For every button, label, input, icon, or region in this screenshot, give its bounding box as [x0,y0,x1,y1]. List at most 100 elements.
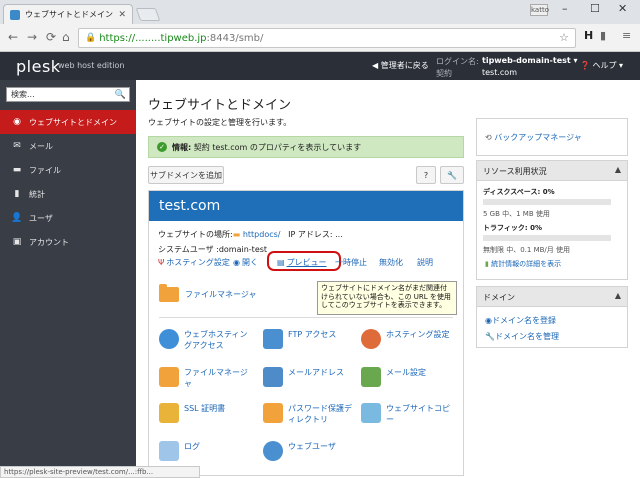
bookmark-star-icon[interactable]: ☆ [559,31,569,44]
backup-manager-link[interactable]: ⟲ バックアップマネージャ [485,132,582,143]
collapse-icon[interactable]: ▲ [615,291,621,300]
highlight-box [267,251,341,271]
tool-logs[interactable]: ログ [159,441,255,461]
help-menu[interactable]: ❓ ヘルプ ▾ [580,60,623,71]
tool-mail-settings[interactable]: メール設定 [361,367,457,387]
manage-domain-link[interactable]: 🔧ドメイン名を管理 [485,331,559,342]
tools-button[interactable]: 🔧 [440,166,464,184]
plesk-logo[interactable]: plesk [16,57,61,76]
login-label: ログイン名: [436,57,479,66]
divider [159,317,453,318]
tool-web-hosting-access[interactable]: ウェブホスティングアクセス [159,329,255,351]
back-to-admin-label: 管理者に戻る [380,61,429,70]
sidebar-item-label: メール [29,141,53,151]
tool-label: ウェブサイトコピー [386,404,450,424]
globe-small-icon: ◉ [233,258,240,267]
resources-title: リソース利用状況 [483,167,547,176]
domains-header[interactable]: ドメイン ▲ [477,287,627,307]
globe-icon: ◉ [13,117,21,127]
search-input[interactable]: 検索... 🔍 [6,87,130,102]
system-user-line: システムユーザ :domain-test [158,245,268,254]
action-label: ホスティング設定 [166,258,230,267]
tool-hosting-settings[interactable]: ホスティング設定 [361,329,457,349]
register-icon: ◉ [485,316,492,325]
location-line: ウェブサイトの場所:▬ httpdocs/ IP アドレス: ... [158,229,343,240]
help-button[interactable]: ? [416,166,436,184]
resources-panel: リソース利用状況 ▲ ディスクスペース: 0% 5 GB 中、1 MB 使用 トラ… [476,160,628,280]
add-subdomain-button[interactable]: サブドメインを追加 [148,166,224,184]
search-icon[interactable]: 🔍 [115,89,126,102]
login-dropdown[interactable]: tipweb-domain-test ▾ [482,56,578,65]
protected-folder-icon [263,403,283,423]
httpdocs-link[interactable]: httpdocs/ [243,230,281,239]
preview-tooltip: ウェブサイトにドメイン名がまだ関連付けられていない場合も、この URL を使用し… [317,281,457,315]
lock-icon: 🔒 [85,33,97,43]
traffic-label: トラフィック: 0% [483,224,542,232]
certificate-icon [159,403,179,423]
sidebar-item-websites[interactable]: ◉ ウェブサイトとドメイン [0,110,136,134]
suspend-link[interactable]: 一時停止 [335,257,367,268]
description-link[interactable]: 説明 [417,257,433,268]
back-icon[interactable]: ← [8,30,18,44]
sidebar-item-account[interactable]: ▣ アカウント [0,230,136,254]
h-extension-icon[interactable]: H [584,29,593,42]
copy-icon [361,403,381,423]
log-icon [159,441,179,461]
page-subtitle: ウェブサイトの設定と管理を行います。 [148,118,292,127]
profile-badge[interactable]: katto [530,4,549,16]
help-icon: ❓ [580,61,590,70]
home-icon[interactable]: ⌂ [62,30,70,44]
sidebar-item-label: アカウント [29,237,69,247]
minimize-icon[interactable]: – [562,2,568,15]
open-link[interactable]: ◉ 開く [233,257,258,268]
tool-web-users[interactable]: ウェブユーザ [263,441,359,461]
menu-icon[interactable]: ≡ [622,29,631,42]
backup-panel: ⟲ バックアップマネージャ [476,118,628,156]
tool-file-manager[interactable]: ファイルマネージャ [159,367,255,389]
resources-header[interactable]: リソース利用状況 ▲ [477,161,627,181]
address-bar-row: ← → ⟳ ⌂ 🔒 https://........tipweb.jp :844… [0,24,640,52]
tool-ssl-certificates[interactable]: SSL 証明書 [159,403,255,423]
sidebar-item-mail[interactable]: ✉ メール [0,134,136,158]
window-close-icon[interactable]: ✕ [618,2,627,15]
reload-icon[interactable]: ⟳ [46,30,56,44]
browser-tab[interactable]: ウェブサイトとドメイン - Plesk ✕ [3,4,133,24]
disable-link[interactable]: 無効化 [379,257,403,268]
tool-website-copy[interactable]: ウェブサイトコピー [361,403,457,425]
sidebar-item-users[interactable]: 👤 ユーザ [0,206,136,230]
register-domain-link[interactable]: ◉ドメイン名を登録 [485,315,556,326]
collapse-icon[interactable]: ▲ [615,165,621,174]
sidebar-item-label: ウェブサイトとドメイン [29,117,117,127]
info-bold: 情報: [172,142,192,152]
sidebar-item-label: 統計 [29,189,45,199]
close-tab-icon[interactable]: ✕ [118,10,126,20]
forward-icon[interactable]: → [27,30,37,44]
url-input[interactable]: 🔒 https://........tipweb.jp :8443/smb/ ☆ [78,28,576,48]
tool-password-protected-dirs[interactable]: パスワード保護ディレクトリ [263,403,359,425]
wrench-icon: 🔧 [485,332,495,341]
ip-label: IP アドレス: [288,230,336,239]
file-manager-link[interactable]: ファイルマネージャ [159,284,257,302]
new-tab-button[interactable] [135,8,161,21]
extension-icon[interactable]: ▮ [600,29,606,42]
back-to-admin-link[interactable]: ◀ 管理者に戻る [372,60,429,71]
tool-ftp-access[interactable]: FTP アクセス [263,329,359,349]
maximize-icon[interactable]: ☐ [590,2,600,15]
hosting-settings-link[interactable]: Ψ ホスティング設定 [158,257,230,268]
stats-details-link[interactable]: ▮ 統計情報の詳細を表示 [485,259,561,269]
tool-label: メールアドレス [288,368,344,377]
tool-label: ウェブホスティングアクセス [184,330,248,350]
backup-icon: ⟲ [485,133,492,142]
sidebar: 検索... 🔍 ◉ ウェブサイトとドメイン ✉ メール ▬ ファイル ▮ 統計 👤 ユーザ … [0,80,136,478]
tool-mail-addresses[interactable]: メールアドレス [263,367,359,387]
sidebar-item-statistics[interactable]: ▮ 統計 [0,182,136,206]
tool-label: FTP アクセス [288,330,337,339]
info-message: ✓ 情報: 契約 test.com のプロパティを表示しています [148,136,464,158]
tool-label: パスワード保護ディレクトリ [288,404,352,424]
contract-label: 契約 [436,69,452,78]
id-card-icon: ▣ [12,237,22,247]
file-manager-label: ファイルマネージャ [185,290,257,299]
sidebar-item-files[interactable]: ▬ ファイル [0,158,136,182]
mail-icon [263,367,283,387]
help-label: ヘルプ ▾ [592,61,624,70]
